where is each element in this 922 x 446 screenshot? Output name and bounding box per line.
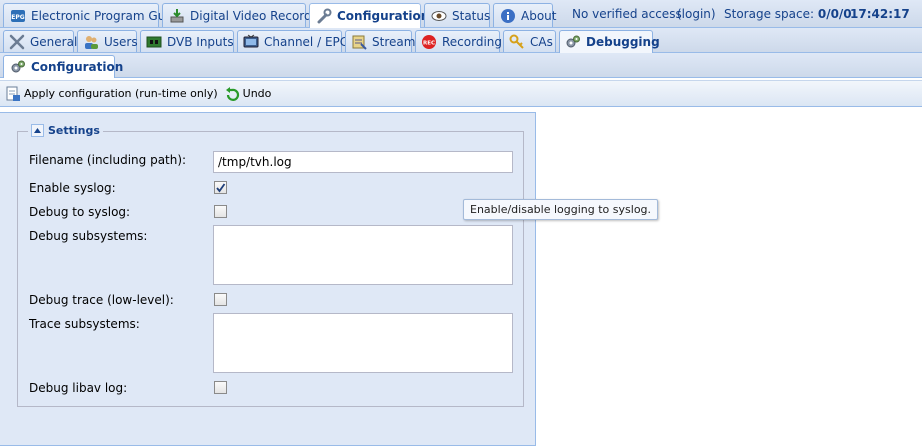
tab-label: General <box>30 34 78 49</box>
dvr-icon <box>169 8 185 24</box>
apply-label: Apply configuration (run-time only) <box>24 87 218 100</box>
settings-panel: Settings Filename (including path): Enab… <box>0 112 536 446</box>
info-icon <box>500 8 516 24</box>
stream-icon <box>351 34 367 50</box>
triangle-up-icon <box>34 128 41 133</box>
debug-subsystems-textarea[interactable] <box>213 225 513 285</box>
tab-recording[interactable]: REC Recording <box>415 30 503 52</box>
tab-about[interactable]: About <box>493 3 557 27</box>
trace-subsystems-textarea[interactable] <box>213 313 513 373</box>
clock: 17:42:17 <box>850 7 910 21</box>
svg-text:REC: REC <box>423 40 435 46</box>
tab-users[interactable]: Users <box>77 30 138 52</box>
undo-icon <box>224 86 240 102</box>
tab-status[interactable]: Status <box>424 3 490 27</box>
tab-label: Status <box>452 8 491 23</box>
tab-general[interactable]: General <box>3 30 78 52</box>
debug-trace-checkbox[interactable] <box>214 293 227 306</box>
trace-subsystems-label: Trace subsystems: <box>29 317 140 331</box>
apply-configuration-button[interactable]: Apply configuration (run-time only) <box>5 86 218 102</box>
debug-syslog-label: Debug to syslog: <box>29 205 131 219</box>
users-icon <box>83 34 99 50</box>
epg-icon: EPG <box>10 8 26 24</box>
gears-icon <box>10 59 26 75</box>
tab-digital-video-recorder[interactable]: Digital Video Recorder <box>162 3 324 27</box>
tab-electronic-program-guide[interactable]: EPG Electronic Program Guide <box>3 3 184 27</box>
settings-legend-label: Settings <box>48 124 100 137</box>
tv-icon <box>243 34 259 50</box>
tab-label: DVB Inputs <box>167 34 234 49</box>
storage-space: Storage space: 0/0/0 <box>724 7 852 21</box>
svg-text:EPG: EPG <box>11 14 24 21</box>
settings-legend: Settings <box>28 124 103 137</box>
tab-label: Configuration <box>31 60 124 74</box>
tab-label: Digital Video Recorder <box>190 8 324 23</box>
filename-label: Filename (including path): <box>29 153 187 167</box>
key-icon <box>509 34 525 50</box>
wrench-icon <box>316 8 332 24</box>
tab-label: Users <box>104 34 138 49</box>
undo-button[interactable]: Undo <box>224 86 272 102</box>
debug-libav-checkbox[interactable] <box>214 381 227 394</box>
eye-icon <box>431 8 447 24</box>
tab-debug-configuration[interactable]: Configuration <box>3 55 123 78</box>
access-status: No verified access <box>572 7 682 21</box>
tab-channel-epg[interactable]: Channel / EPG <box>237 30 349 52</box>
undo-label: Undo <box>242 87 272 100</box>
tab-label: Channel / EPG <box>264 34 350 49</box>
debug-subsystems-label: Debug subsystems: <box>29 229 148 243</box>
toolbar: Apply configuration (run-time only) Undo <box>0 80 922 107</box>
apply-icon <box>5 86 21 102</box>
debug-libav-label: Debug libav log: <box>29 381 128 395</box>
storage-value: 0/0/0 <box>817 7 852 21</box>
login-link[interactable]: (login) <box>677 7 716 21</box>
storage-label: Storage space: <box>724 7 815 21</box>
tab-label: Debugging <box>586 35 660 49</box>
dvb-card-icon <box>146 34 162 50</box>
debug-tab-bar: Configuration <box>0 53 922 78</box>
checkmark-icon <box>216 183 226 193</box>
collapse-toggle[interactable] <box>31 124 44 137</box>
tab-label: Configuration <box>337 9 430 23</box>
syslog-tooltip: Enable/disable logging to syslog. <box>463 199 659 220</box>
debug-trace-label: Debug trace (low-level): <box>29 293 174 307</box>
tab-debugging[interactable]: Debugging <box>559 30 660 53</box>
tab-label: Electronic Program Guide <box>31 8 184 23</box>
enable-syslog-checkbox[interactable] <box>214 181 227 194</box>
tab-configuration[interactable]: Configuration <box>309 3 429 28</box>
debug-syslog-checkbox[interactable] <box>214 205 227 218</box>
tab-label: CAs <box>530 34 553 49</box>
tab-cas[interactable]: CAs <box>503 30 556 52</box>
gears-icon <box>565 34 581 50</box>
tools-icon <box>9 34 25 50</box>
config-tab-bar: General Users DVB Inputs Channel / EPG S… <box>0 28 922 53</box>
rec-icon: REC <box>421 34 437 50</box>
enable-syslog-label: Enable syslog: <box>29 181 116 195</box>
tab-label: Recording <box>442 34 503 49</box>
filename-input[interactable] <box>213 151 513 173</box>
tab-label: About <box>521 8 557 23</box>
settings-fieldset: Settings Filename (including path): Enab… <box>17 124 524 407</box>
tab-label: Stream <box>372 34 416 49</box>
tab-dvb-inputs[interactable]: DVB Inputs <box>140 30 234 52</box>
main-tab-bar: EPG Electronic Program Guide Digital Vid… <box>0 0 922 28</box>
tab-stream[interactable]: Stream <box>345 30 416 52</box>
